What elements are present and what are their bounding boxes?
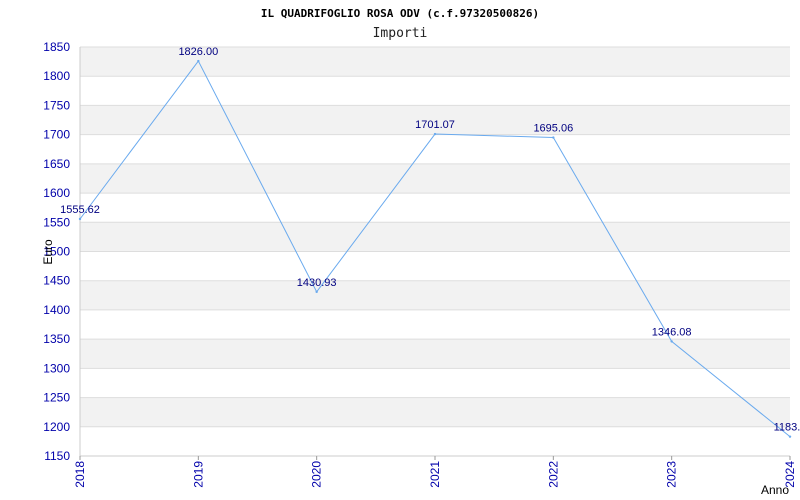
grid-band (80, 397, 790, 427)
grid-band (80, 426, 790, 456)
grid-band (80, 368, 790, 398)
data-label: 1183.1 (774, 422, 800, 434)
y-tick-label: 1600 (43, 186, 70, 200)
y-tick-label: 1850 (43, 40, 70, 54)
data-label: 1695.06 (533, 123, 573, 135)
chart-subtitle: Importi (373, 26, 428, 41)
data-point (197, 59, 200, 63)
y-tick-label: 1200 (43, 420, 70, 434)
y-tick-label: 1400 (43, 303, 70, 317)
grid-band (80, 193, 790, 223)
x-tick-label: 2019 (191, 461, 205, 488)
x-axis-label: Anno (761, 483, 789, 497)
grid-band (80, 251, 790, 281)
data-point (670, 340, 673, 343)
grid-band (80, 280, 790, 310)
y-tick-label: 1800 (43, 69, 70, 83)
y-tick-label: 1650 (43, 157, 70, 171)
grid-band (80, 134, 790, 164)
x-tick-label: 2022 (546, 461, 560, 488)
data-label: 1555.62 (60, 204, 100, 216)
grid-band (80, 76, 790, 106)
y-tick-label: 1250 (43, 391, 70, 405)
data-label: 1826.00 (178, 46, 218, 58)
grid-band (80, 339, 790, 369)
grid-band (80, 222, 790, 252)
y-tick-label: 1150 (44, 449, 70, 463)
grid-band (80, 163, 790, 194)
data-point (552, 136, 555, 139)
chart-title: IL QUADRIFOGLIO ROSA ODV (c.f.9732050082… (261, 7, 539, 20)
x-tick-label: 2021 (428, 461, 442, 488)
data-label: 1346.08 (652, 326, 692, 338)
data-point (315, 290, 318, 294)
data-point (78, 217, 82, 221)
x-tick-label: 2020 (310, 461, 324, 488)
x-tick-labels: 2018 2019 2020 2021 2022 2023 2024 (73, 456, 797, 488)
y-tick-label: 1300 (43, 361, 70, 375)
y-tick-label: 1700 (43, 128, 70, 142)
data-label: 1430.93 (297, 277, 337, 289)
y-tick-label: 1450 (43, 274, 70, 288)
y-tick-label: 1550 (43, 215, 70, 229)
chart: 1150120012501300135014001450150015501600… (41, 7, 800, 497)
x-tick-label: 2023 (665, 461, 679, 488)
y-axis-label: Euro (41, 239, 55, 265)
y-tick-label: 1350 (43, 332, 70, 346)
x-tick-label: 2018 (73, 461, 87, 488)
data-point (788, 435, 792, 438)
y-tick-label: 1750 (43, 98, 70, 112)
data-point (433, 132, 437, 136)
data-label: 1701.07 (415, 119, 455, 131)
